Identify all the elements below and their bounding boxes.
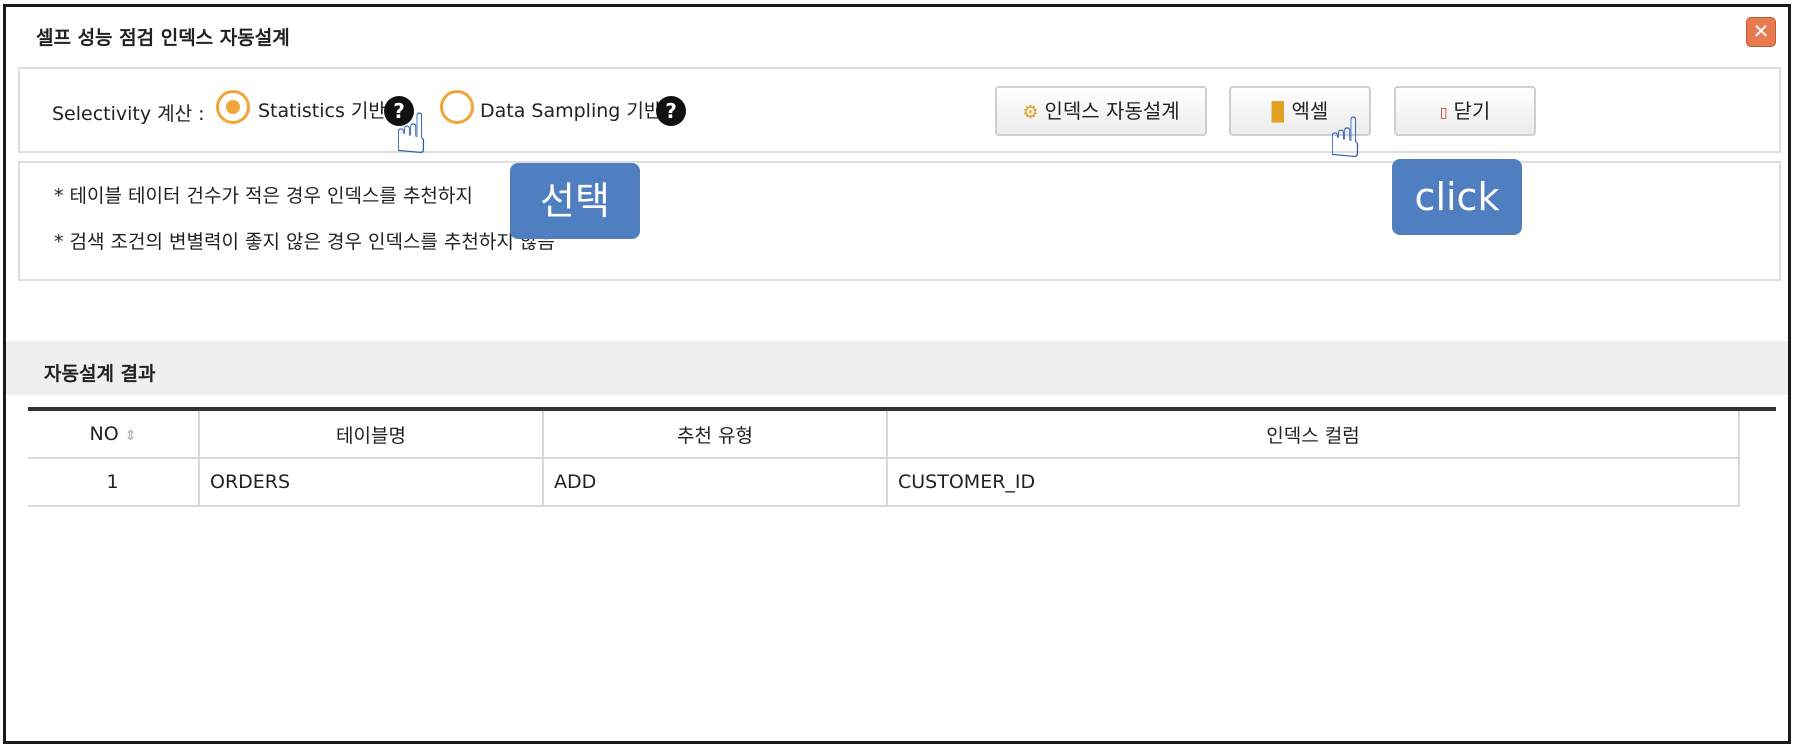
column-header-table-name[interactable]: 테이블명 [199,411,544,459]
cell-table-name: ORDERS [199,458,544,507]
auto-design-label: 인덱스 자동설계 [1044,99,1180,123]
help-icon[interactable]: ? [656,96,686,126]
hand-pointer-icon: ☝ [1328,106,1363,171]
cell-type: ADD [543,458,888,507]
excel-label: 엑셀 [1291,99,1329,123]
column-header-no[interactable]: NO ⇕ [28,411,200,459]
radio-selected-dot [226,100,240,114]
click-callout: click [1392,159,1522,235]
radio-sampling[interactable] [440,90,474,124]
radio-statistics-label[interactable]: Statistics 기반 [258,96,386,123]
gears-icon: ⚙ [1022,101,1039,123]
excel-file-icon: ▉ [1271,101,1286,123]
column-header-label: NO [89,423,119,445]
close-button[interactable]: ▯ 닫기 [1394,86,1536,136]
close-door-icon: ▯ [1439,104,1448,121]
note-line: * 테이블 테이터 건수가 적은 경우 인덱스를 추천하지 [54,185,473,207]
result-section-header: 자동설계 결과 [6,341,1788,395]
cell-index-columns: CUSTOMER_ID [887,458,1740,507]
column-header-index-columns[interactable]: 인덱스 컬럼 [887,411,1740,459]
dialog-title: 셀프 성능 점검 인덱스 자동설계 [36,27,290,49]
table-header-row: NO ⇕ 테이블명 추천 유형 인덱스 컬럼 [28,411,1740,459]
result-table: NO ⇕ 테이블명 추천 유형 인덱스 컬럼 1 ORDERS ADD CUSTO… [28,411,1740,507]
hand-pointer-icon: ☝ [394,102,429,167]
column-header-type[interactable]: 추천 유형 [543,411,888,459]
section-title: 자동설계 결과 [44,363,156,385]
result-grid: NO ⇕ 테이블명 추천 유형 인덱스 컬럼 1 ORDERS ADD CUSTO… [28,407,1776,507]
options-panel: Selectivity 계산 : Statistics 기반 ? Data Sa… [18,67,1781,153]
note-line: * 검색 조건의 변별력이 좋지 않은 경우 인덱스를 추천하지 않음 [54,231,555,253]
sort-icon[interactable]: ⇕ [125,428,137,444]
close-icon[interactable]: ✕ [1746,17,1776,47]
radio-sampling-label[interactable]: Data Sampling 기반 [480,96,661,123]
select-callout: 선택 [510,163,640,239]
radio-statistics[interactable] [216,90,250,124]
selectivity-label: Selectivity 계산 : [52,103,205,125]
cell-no: 1 [28,458,200,507]
close-label: 닫기 [1453,99,1491,123]
title-bar: 셀프 성능 점검 인덱스 자동설계 ✕ [6,7,1788,59]
table-row[interactable]: 1 ORDERS ADD CUSTOMER_ID [28,458,1740,507]
dialog-window: 셀프 성능 점검 인덱스 자동설계 ✕ Selectivity 계산 : Sta… [3,4,1791,744]
auto-design-button[interactable]: ⚙ 인덱스 자동설계 [995,86,1207,136]
